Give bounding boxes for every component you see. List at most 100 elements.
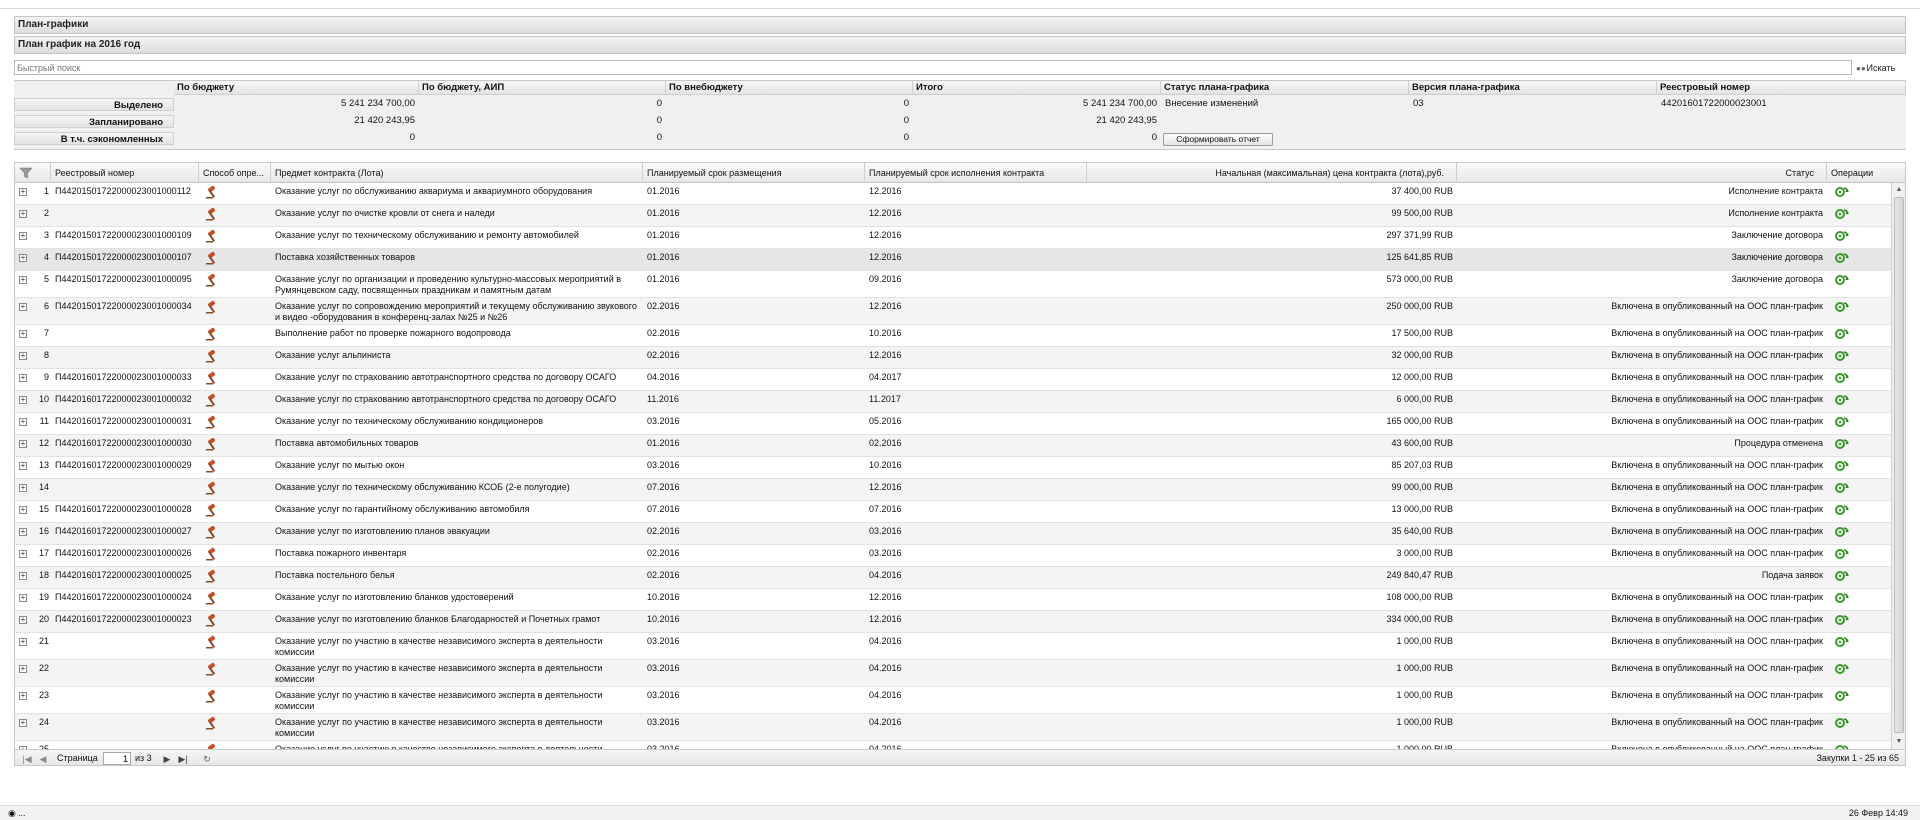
table-row[interactable]: +11 П44201601722000023001000031 Оказание у… bbox=[15, 413, 1891, 435]
search-button[interactable]: ●● Искать bbox=[1856, 61, 1904, 75]
table-row[interactable]: +23 Оказание услуг по участию в качестве … bbox=[15, 687, 1891, 714]
gavel-icon[interactable] bbox=[205, 591, 219, 605]
table-row[interactable]: +13 П44201601722000023001000029 Оказание у… bbox=[15, 457, 1891, 479]
expand-row-icon[interactable]: + bbox=[19, 330, 27, 338]
table-row[interactable]: +10 П44201601722000023001000032 Оказание у… bbox=[15, 391, 1891, 413]
gear-refresh-icon[interactable] bbox=[1834, 459, 1850, 473]
gavel-icon[interactable] bbox=[205, 613, 219, 627]
scroll-up-icon[interactable]: ▲ bbox=[1894, 185, 1904, 195]
page-number-input[interactable] bbox=[103, 752, 131, 765]
expand-row-icon[interactable]: + bbox=[19, 594, 27, 602]
gear-refresh-icon[interactable] bbox=[1834, 547, 1850, 561]
expand-row-icon[interactable]: + bbox=[19, 692, 27, 700]
gavel-icon[interactable] bbox=[205, 229, 219, 243]
gear-refresh-icon[interactable] bbox=[1834, 251, 1850, 265]
col-initial-price[interactable]: Начальная (максимальная) цена контракта … bbox=[1087, 163, 1457, 183]
expand-row-icon[interactable]: + bbox=[19, 616, 27, 624]
gear-refresh-icon[interactable] bbox=[1834, 716, 1850, 730]
gavel-icon[interactable] bbox=[205, 185, 219, 199]
table-row[interactable]: +17 П44201601722000023001000026 Поставка п… bbox=[15, 545, 1891, 567]
col-status[interactable]: Статус bbox=[1457, 163, 1827, 183]
expand-row-icon[interactable]: + bbox=[19, 303, 27, 311]
gear-refresh-icon[interactable] bbox=[1834, 569, 1850, 583]
gavel-icon[interactable] bbox=[205, 503, 219, 517]
table-row[interactable]: +5 П44201501722000023001000095 Оказание ус… bbox=[15, 271, 1891, 298]
expand-row-icon[interactable]: + bbox=[19, 232, 27, 240]
gavel-icon[interactable] bbox=[205, 273, 219, 287]
table-row[interactable]: +6 П44201501722000023001000034 Оказание ус… bbox=[15, 298, 1891, 325]
expand-row-icon[interactable]: + bbox=[19, 254, 27, 262]
gavel-icon[interactable] bbox=[205, 689, 219, 703]
vertical-scrollbar[interactable]: ▲ ▼ bbox=[1891, 183, 1905, 749]
expand-row-icon[interactable]: + bbox=[19, 550, 27, 558]
scroll-down-icon[interactable]: ▼ bbox=[1894, 737, 1904, 747]
col-operations[interactable]: Операции bbox=[1827, 163, 1905, 183]
last-page-icon[interactable]: ▶| bbox=[177, 753, 189, 765]
first-page-icon[interactable]: |◀ bbox=[21, 753, 33, 765]
table-row[interactable]: +1 П44201501722000023001000112 Оказание ус… bbox=[15, 183, 1891, 205]
table-row[interactable]: +3 П44201501722000023001000109 Оказание ус… bbox=[15, 227, 1891, 249]
gear-refresh-icon[interactable] bbox=[1834, 229, 1850, 243]
gavel-icon[interactable] bbox=[205, 547, 219, 561]
expand-row-icon[interactable]: + bbox=[19, 440, 27, 448]
expand-row-icon[interactable]: + bbox=[19, 665, 27, 673]
table-row[interactable]: +20 П44201601722000023001000023 Оказание у… bbox=[15, 611, 1891, 633]
gavel-icon[interactable] bbox=[205, 415, 219, 429]
gear-refresh-icon[interactable] bbox=[1834, 662, 1850, 676]
gavel-icon[interactable] bbox=[205, 525, 219, 539]
gear-refresh-icon[interactable] bbox=[1834, 327, 1850, 341]
gavel-icon[interactable] bbox=[205, 437, 219, 451]
table-row[interactable]: +18 П44201601722000023001000025 Поставка п… bbox=[15, 567, 1891, 589]
expand-row-icon[interactable]: + bbox=[19, 484, 27, 492]
gavel-icon[interactable] bbox=[205, 300, 219, 314]
gavel-icon[interactable] bbox=[205, 371, 219, 385]
gear-refresh-icon[interactable] bbox=[1834, 273, 1850, 287]
col-method[interactable]: Способ опре... bbox=[199, 163, 271, 183]
filter-icon[interactable] bbox=[15, 163, 51, 183]
expand-row-icon[interactable]: + bbox=[19, 638, 27, 646]
expand-row-icon[interactable]: + bbox=[19, 418, 27, 426]
gavel-icon[interactable] bbox=[205, 393, 219, 407]
gear-refresh-icon[interactable] bbox=[1834, 635, 1850, 649]
gear-refresh-icon[interactable] bbox=[1834, 371, 1850, 385]
gear-refresh-icon[interactable] bbox=[1834, 349, 1850, 363]
table-row[interactable]: +8 Оказание услуг альпиниста 02.2016 12.201… bbox=[15, 347, 1891, 369]
table-row[interactable]: +21 Оказание услуг по участию в качестве … bbox=[15, 633, 1891, 660]
table-row[interactable]: +9 П44201601722000023001000033 Оказание ус… bbox=[15, 369, 1891, 391]
gear-refresh-icon[interactable] bbox=[1834, 415, 1850, 429]
gavel-icon[interactable] bbox=[205, 569, 219, 583]
table-row[interactable]: +25Оказание услуг по участию в качестве … bbox=[15, 741, 1891, 749]
table-row[interactable]: +16 П44201601722000023001000027 Оказание у… bbox=[15, 523, 1891, 545]
expand-row-icon[interactable]: + bbox=[19, 188, 27, 196]
scrollbar-thumb[interactable] bbox=[1894, 197, 1904, 733]
table-row[interactable]: +12 П44201601722000023001000030 Поставка а… bbox=[15, 435, 1891, 457]
search-input[interactable] bbox=[14, 60, 1852, 75]
gavel-icon[interactable] bbox=[205, 251, 219, 265]
expand-row-icon[interactable]: + bbox=[19, 210, 27, 218]
gavel-icon[interactable] bbox=[205, 716, 219, 730]
expand-row-icon[interactable]: + bbox=[19, 374, 27, 382]
gavel-icon[interactable] bbox=[205, 481, 219, 495]
table-row[interactable]: +24 Оказание услуг по участию в качестве … bbox=[15, 714, 1891, 741]
col-reg-number[interactable]: Реестровый номер bbox=[51, 163, 199, 183]
table-row[interactable]: +15 П44201601722000023001000028 Оказание у… bbox=[15, 501, 1891, 523]
table-row[interactable]: +4 П44201501722000023001000107 Поставка хо… bbox=[15, 249, 1891, 271]
expand-row-icon[interactable]: + bbox=[19, 572, 27, 580]
gavel-icon[interactable] bbox=[205, 327, 219, 341]
expand-row-icon[interactable]: + bbox=[19, 276, 27, 284]
expand-row-icon[interactable]: + bbox=[19, 352, 27, 360]
expand-row-icon[interactable]: + bbox=[19, 719, 27, 727]
gear-refresh-icon[interactable] bbox=[1834, 207, 1850, 221]
gear-refresh-icon[interactable] bbox=[1834, 185, 1850, 199]
col-subject[interactable]: Предмет контракта (Лота) bbox=[271, 163, 643, 183]
col-placement-term[interactable]: Планируемый срок размещения bbox=[643, 163, 865, 183]
gear-refresh-icon[interactable] bbox=[1834, 525, 1850, 539]
gear-refresh-icon[interactable] bbox=[1834, 591, 1850, 605]
next-page-icon[interactable]: ▶ bbox=[161, 753, 173, 765]
gavel-icon[interactable] bbox=[205, 459, 219, 473]
gear-refresh-icon[interactable] bbox=[1834, 393, 1850, 407]
expand-row-icon[interactable]: + bbox=[19, 506, 27, 514]
gear-refresh-icon[interactable] bbox=[1834, 300, 1850, 314]
gavel-icon[interactable] bbox=[205, 635, 219, 649]
refresh-icon[interactable]: ↻ bbox=[201, 753, 213, 765]
